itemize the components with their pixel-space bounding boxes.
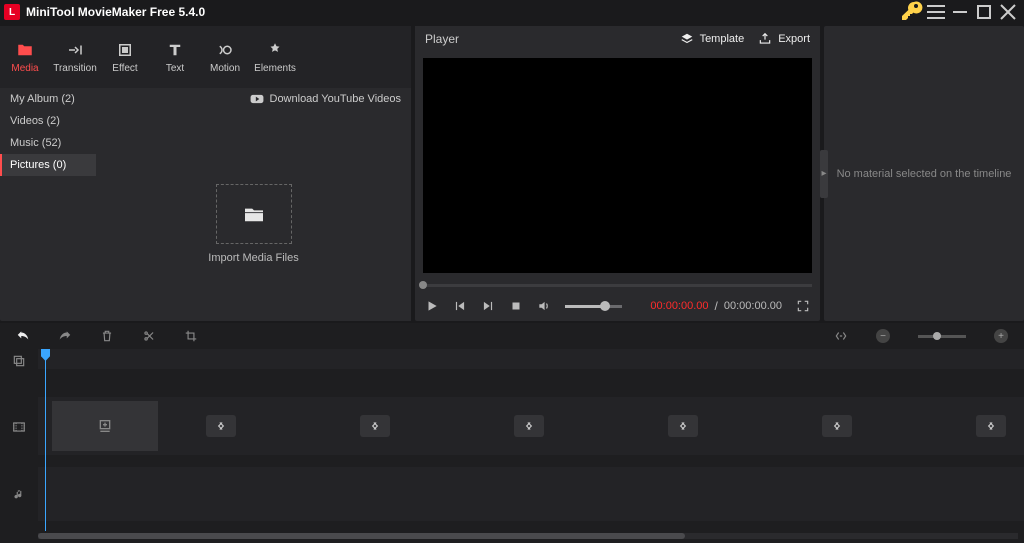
sidebar-item-pictures[interactable]: Pictures (0) [0,154,96,176]
app-title: MiniTool MovieMaker Free 5.4.0 [26,5,205,19]
timeline-scrollbar[interactable] [38,533,1018,539]
play-button[interactable] [425,299,439,313]
collapse-properties-button[interactable]: ▸ [820,150,828,198]
export-button[interactable]: Export [758,32,810,46]
player-header: Player Template Export [415,26,820,52]
fullscreen-button[interactable] [796,299,810,313]
player-panel: Player Template Export 00:00:00.00 / [415,26,820,321]
sidebar-item-music[interactable]: Music (52) [0,132,96,154]
timeline-ruler[interactable] [38,349,1024,369]
time-separator: / [715,299,718,313]
download-youtube-label: Download YouTube Videos [270,93,402,105]
crop-button[interactable] [184,329,198,343]
template-label: Template [700,33,745,45]
app-logo: L [4,4,20,20]
delete-button[interactable] [100,329,114,343]
template-button[interactable]: Template [680,32,745,46]
transition-slot[interactable] [514,415,544,437]
video-track[interactable] [38,397,1024,455]
tab-elements[interactable]: Elements [250,26,300,88]
import-media-dropzone[interactable] [216,184,292,244]
volume-slider[interactable] [565,305,622,308]
timeline-manage-button[interactable] [0,351,38,371]
transition-slot[interactable] [668,415,698,437]
player-preview [423,58,812,273]
timeline [0,349,1024,543]
zoom-out-button[interactable]: − [876,329,890,343]
redo-button[interactable] [58,329,72,343]
transition-slot[interactable] [822,415,852,437]
titlebar: L MiniTool MovieMaker Free 5.4.0 [0,0,1024,24]
media-sidebar: My Album (2) Videos (2) Music (52) Pictu… [0,88,96,321]
main-top: Media Transition Effect Text Motion Elem… [0,24,1024,321]
tab-effect[interactable]: Effect [100,26,150,88]
transition-slot[interactable] [360,415,390,437]
sidebar-item-myalbum[interactable]: My Album (2) [0,88,96,110]
audio-track[interactable] [38,467,1024,521]
next-frame-button[interactable] [481,299,495,313]
player-seekbar[interactable] [423,279,812,291]
zoom-slider[interactable] [918,335,966,338]
undo-button[interactable] [16,329,30,343]
sidebar-item-videos[interactable]: Videos (2) [0,110,96,132]
transition-slot[interactable] [206,415,236,437]
tab-text-label: Text [166,63,184,74]
upgrade-key-icon[interactable] [900,0,924,24]
tab-effect-label: Effect [112,63,137,74]
sidebar-item-label: My Album (2) [10,93,75,105]
media-content: Download YouTube Videos Import Media Fil… [96,88,411,321]
player-title: Player [425,32,459,46]
tab-motion-label: Motion [210,63,240,74]
split-button[interactable] [142,329,156,343]
stop-button[interactable] [509,299,523,313]
minimize-icon[interactable] [948,0,972,24]
prev-frame-button[interactable] [453,299,467,313]
transition-slot[interactable] [976,415,1006,437]
sidebar-item-label: Music (52) [10,137,61,149]
properties-panel: ▸ No material selected on the timeline [824,26,1024,321]
video-track-icon[interactable] [0,417,38,437]
sidebar-item-label: Pictures (0) [10,159,66,171]
time-total: 00:00:00.00 [724,300,782,312]
tab-transition[interactable]: Transition [50,26,100,88]
volume-icon[interactable] [537,299,551,313]
main-tabstrip: Media Transition Effect Text Motion Elem… [0,26,411,88]
player-controls: 00:00:00.00 / 00:00:00.00 [415,291,820,321]
tab-text[interactable]: Text [150,26,200,88]
timeline-gutter [0,349,38,543]
media-panel: Media Transition Effect Text Motion Elem… [0,26,411,321]
sidebar-item-label: Videos (2) [10,115,60,127]
time-current: 00:00:00.00 [650,300,708,312]
auto-fit-button[interactable] [834,329,848,343]
audio-track-icon[interactable] [0,485,38,505]
download-youtube-link[interactable]: Download YouTube Videos [96,88,411,110]
video-clip-placeholder[interactable] [52,401,158,451]
tab-motion[interactable]: Motion [200,26,250,88]
playhead[interactable] [45,349,46,531]
menu-icon[interactable] [924,0,948,24]
properties-empty-label: No material selected on the timeline [837,168,1012,180]
tab-media[interactable]: Media [0,26,50,88]
tab-transition-label: Transition [53,63,97,74]
export-label: Export [778,33,810,45]
tab-elements-label: Elements [254,63,296,74]
maximize-icon[interactable] [972,0,996,24]
close-icon[interactable] [996,0,1020,24]
zoom-in-button[interactable]: + [994,329,1008,343]
timeline-toolbar: − + [0,323,1024,349]
import-media-label: Import Media Files [208,252,298,264]
tab-media-label: Media [11,63,38,74]
